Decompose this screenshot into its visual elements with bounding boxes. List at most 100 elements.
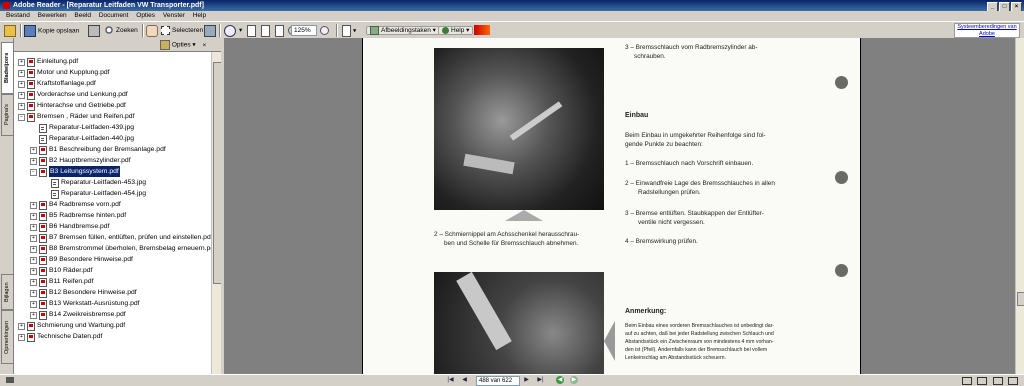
expand-icon[interactable]: + [18,59,25,66]
bookmark-item[interactable]: + B12 Besondere Hinweise.pdf [14,287,210,298]
bookmark-item[interactable]: + Vorderachse und Lenkung.pdf [14,89,210,100]
menu-bewerken[interactable]: Bewerken [38,12,67,19]
expand-icon[interactable]: + [18,81,25,88]
bookmark-label[interactable]: B7 Bremsen füllen, entlüften, prüfen und… [49,232,213,243]
document-scrollbar[interactable] [1015,38,1024,374]
bookmark-label[interactable]: Motor und Kupplung.pdf [37,67,110,78]
tab-pages[interactable]: Pagina's [1,94,14,136]
open-button[interactable] [4,25,18,37]
bookmark-label[interactable]: B6 Handbremse.pdf [49,221,109,232]
zoom-in-plus-button[interactable] [320,25,331,36]
adobe-online-button[interactable] [474,25,492,36]
bookmark-item[interactable]: Reparatur-Leitfaden-440.jpg [14,133,210,144]
bookmark-item[interactable]: + Hinterachse und Getriebe.pdf [14,100,210,111]
bookmark-label[interactable]: B3 Leitungssystem.pdf [49,166,120,177]
select-tool-button[interactable]: Selecteren [161,25,203,36]
hand-tool-button[interactable] [146,25,160,37]
bookmark-label[interactable]: B11 Reifen.pdf [49,276,93,287]
tab-comments[interactable]: Opmerkingen [1,310,14,364]
bookmark-label[interactable]: Vorderachse und Lenkung.pdf [37,89,128,100]
image-tasks-button[interactable]: Afbeeldingstaken ▾ [366,25,440,36]
expand-icon[interactable]: + [30,213,37,220]
bookmark-item[interactable]: + B8 Bremstrommel überholen, Bremsbelag e… [14,243,216,254]
expand-icon[interactable]: + [18,92,25,99]
print-button[interactable] [88,25,102,37]
expand-icon[interactable]: + [30,147,37,154]
bookmark-label[interactable]: B2 Hauptbremszylinder.pdf [49,155,131,166]
bookmark-label[interactable]: B10 Räder.pdf [49,265,92,276]
expand-icon[interactable]: + [30,268,37,275]
bookmark-item[interactable]: + B10 Räder.pdf [14,265,210,276]
next-page-button[interactable]: ▶ [522,376,531,384]
bookmark-label[interactable]: Reparatur-Leitfaden-439.jpg [49,122,134,133]
menu-beeld[interactable]: Beeld [74,12,91,19]
zoom-dropdown-button[interactable]: ▾ [239,25,242,36]
bookmark-item[interactable]: + B9 Besondere Hinweise.pdf [14,254,210,265]
close-panel-icon[interactable]: × [203,42,207,49]
expand-icon[interactable]: + [30,279,37,286]
collapse-icon[interactable]: − [18,114,25,121]
bookmark-label[interactable]: B12 Besondere Hinweise.pdf [49,287,137,298]
next-view-button[interactable]: ▶ [570,376,578,384]
document-view[interactable]: 2 – Schmiernippel am Achsschenkel heraus… [224,38,1015,374]
expand-icon[interactable]: + [30,158,37,165]
bookmark-label[interactable]: Hinterachse und Getriebe.pdf [37,100,126,111]
bookmark-item[interactable]: + Einleitung.pdf [14,56,210,67]
expand-icon[interactable]: + [30,202,37,209]
bookmark-label[interactable]: B14 Zweikreisbremse.pdf [49,309,126,320]
page-number-field[interactable]: 488 van 622 [476,376,520,386]
expand-icon[interactable]: + [18,323,25,330]
expand-icon[interactable]: + [30,235,37,242]
document-scrollbar-thumb[interactable] [1017,292,1024,306]
bookmark-item[interactable]: + Technische Daten.pdf [14,331,210,342]
bookmark-label[interactable]: B9 Besondere Hinweise.pdf [49,254,133,265]
snapshot-button[interactable] [204,25,218,37]
search-button[interactable]: Zoeken [104,25,138,36]
bookmark-item[interactable]: + Kraftstoffanlage.pdf [14,78,210,89]
tab-bookmarks[interactable]: Bladwijzers [1,42,14,94]
bookmark-label[interactable]: Bremsen , Räder und Reifen.pdf [37,111,134,122]
actual-size-button[interactable] [247,25,258,37]
first-page-button[interactable]: |◀ [446,376,455,384]
bookmark-label[interactable]: B5 Radbremse hinten.pdf [49,210,126,221]
options-button[interactable]: Opties ▾ [172,42,196,49]
bookmark-item[interactable]: Reparatur-Leitfaden-453.jpg [14,177,210,188]
bookmark-label[interactable]: Einleitung.pdf [37,56,78,67]
zoom-in-button[interactable] [224,25,238,37]
expand-icon[interactable]: + [30,257,37,264]
expand-icon[interactable]: + [30,301,37,308]
bookmark-item[interactable]: + B14 Zweikreisbremse.pdf [14,309,210,320]
rotate-button[interactable]: ▾ [342,25,356,37]
save-copy-button[interactable]: Kopie opslaan [24,25,79,37]
previous-view-button[interactable]: ◀ [556,376,564,384]
bookmark-label[interactable]: Reparatur-Leitfaden-440.jpg [49,133,134,144]
bookmark-label[interactable]: Reparatur-Leitfaden-453.jpg [61,177,146,188]
bookmark-label[interactable]: Reparatur-Leitfaden-454.jpg [61,188,146,199]
previous-page-button[interactable]: ◀ [460,376,469,384]
bookmark-label[interactable]: Kraftstoffanlage.pdf [37,78,96,89]
bookmark-item[interactable]: + Schmierung und Wartung.pdf [14,320,210,331]
bookmark-item[interactable]: + B4 Radbremse vorn.pdf [14,199,210,210]
menu-venster[interactable]: Venster [163,12,185,19]
bookmark-item[interactable]: − B3 Leitungssystem.pdf [14,166,210,177]
zoom-input[interactable]: 125% [291,25,317,36]
fit-page-button[interactable] [261,25,272,37]
bookmark-label[interactable]: B1 Beschreibung der Bremsanlage.pdf [49,144,166,155]
menu-help[interactable]: Help [193,12,206,19]
bookmarks-scrollbar[interactable] [211,52,222,374]
adobe-system-requirements-link[interactable]: Systeemberedingen van Adobe [954,23,1020,38]
zoom-value[interactable]: 125% [291,25,317,36]
bookmark-item[interactable]: + B11 Reifen.pdf [14,276,210,287]
help-button[interactable]: Help ▾ [438,25,474,36]
expand-icon[interactable]: + [18,103,25,110]
expand-icon[interactable]: + [30,246,37,253]
expand-icon[interactable]: + [18,70,25,77]
bookmark-item[interactable]: Reparatur-Leitfaden-439.jpg [14,122,210,133]
bookmark-label[interactable]: Schmierung und Wartung.pdf [37,320,125,331]
tab-attachments[interactable]: Bijlagen [1,274,14,310]
bookmark-item[interactable]: + B5 Radbremse hinten.pdf [14,210,210,221]
menu-document[interactable]: Document [99,12,129,19]
menu-opties[interactable]: Opties [136,12,155,19]
expand-icon[interactable]: + [30,312,37,319]
collapse-icon[interactable]: − [30,169,37,176]
